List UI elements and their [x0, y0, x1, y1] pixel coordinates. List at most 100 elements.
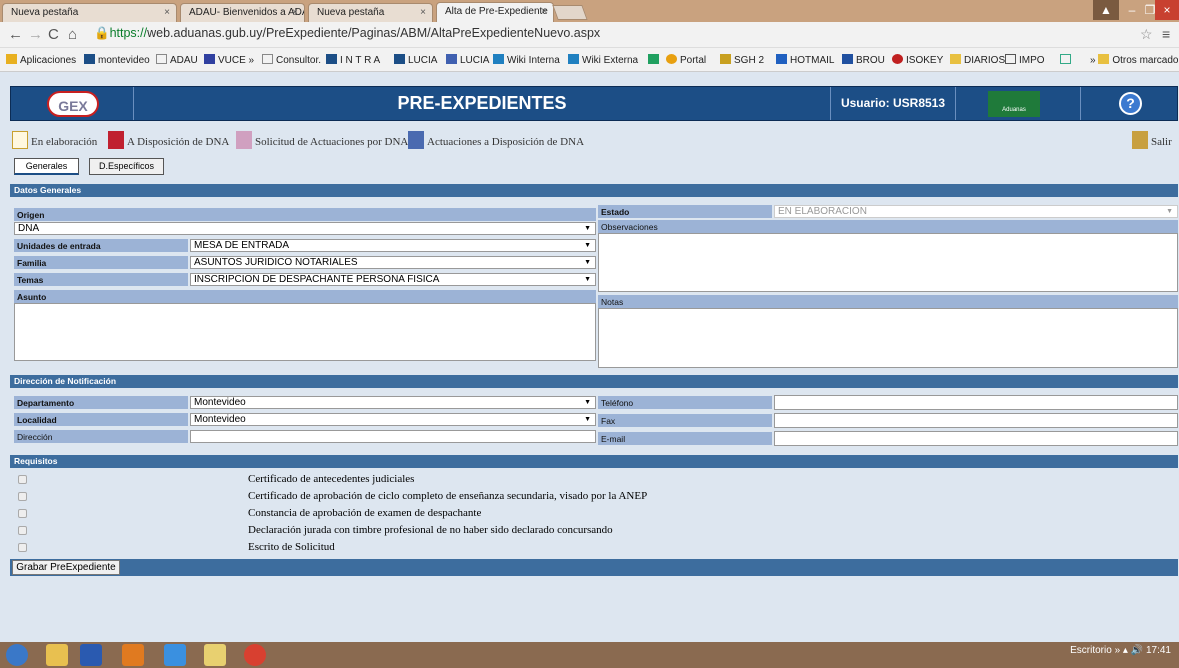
clock[interactable]: 17:41	[1146, 645, 1171, 656]
familia-select[interactable]: ASUNTOS JURIDICO NOTARIALES ▼	[190, 256, 596, 269]
help-icon[interactable]: ?	[1119, 92, 1142, 115]
tray-icons[interactable]: 🔊	[1131, 645, 1143, 656]
requisito-checkbox[interactable]	[18, 492, 27, 501]
bookmark-item[interactable]: DIARIOS	[950, 54, 1005, 66]
localidad-label: Localidad	[14, 413, 188, 426]
section-notificacion: Dirección de Notificación	[10, 375, 1178, 388]
bookmark-item[interactable]: HOTMAIL	[776, 54, 834, 66]
desktop-label[interactable]: Escritorio	[1070, 645, 1112, 656]
url-scheme: https://	[109, 26, 148, 40]
user-label: Usuario: USR8513	[831, 87, 956, 120]
word-icon[interactable]	[80, 644, 102, 666]
unidades-label: Unidades de entrada	[14, 239, 188, 252]
browser-tab-active[interactable]: Alta de Pre-Expediente ×	[436, 2, 554, 22]
other-bookmarks[interactable]: » Otros marcadores	[1090, 54, 1179, 66]
tab-label: Nueva pestaña	[11, 7, 79, 18]
start-icon[interactable]	[6, 644, 28, 666]
new-tab-button[interactable]	[552, 5, 588, 20]
bookmark-item[interactable]: Portal	[666, 54, 706, 66]
folder-icon	[1098, 54, 1110, 64]
chevron-down-icon: ▼	[584, 259, 591, 266]
requisito-checkbox[interactable]	[18, 475, 27, 484]
explorer-icon[interactable]	[46, 644, 68, 666]
bookmark-item[interactable]: Aplicaciones	[6, 54, 76, 66]
temas-select[interactable]: INSCRIPCION DE DESPACHANTE PERSONA FISIC…	[190, 273, 596, 286]
browser-tab[interactable]: Nueva pestaña ×	[2, 3, 177, 22]
bookmark-item[interactable]: Wiki Interna	[493, 54, 560, 66]
origen-label: Origen	[14, 208, 596, 221]
bookmark-item[interactable]: I N T R A	[326, 54, 380, 66]
toolbar-actuaciones[interactable]: Actuaciones a Disposición de DNA	[408, 131, 584, 149]
menu-icon[interactable]: ≡	[1162, 26, 1170, 42]
bookmark-icon	[666, 54, 677, 64]
requisito-label: Declaración jurada con timbre profesiona…	[248, 524, 613, 536]
fax-label: Fax	[598, 414, 772, 427]
back-icon[interactable]: ←	[8, 26, 23, 43]
toolbar-solicitud[interactable]: Solicitud de Actuaciones por DNA	[236, 131, 408, 149]
taskbar: Escritorio » ▴ 🔊 17:41	[0, 642, 1179, 668]
requisito-checkbox[interactable]	[18, 509, 27, 518]
folder-icon[interactable]	[204, 644, 226, 666]
telefono-label: Teléfono	[598, 396, 772, 409]
bookmark-item[interactable]: ADAU	[156, 54, 198, 66]
localidad-select[interactable]: Montevideo ▼	[190, 413, 596, 426]
bookmark-item[interactable]: ISOKEY	[892, 54, 943, 66]
toolbar-a-disposicion[interactable]: A Disposición de DNA	[108, 131, 229, 149]
reload-icon[interactable]: C	[48, 26, 59, 43]
bookmark-icon	[1060, 54, 1071, 64]
salir-button[interactable]: Salir	[1132, 131, 1172, 149]
url-path: web.aduanas.gub.uy/PreExpediente/Paginas…	[147, 26, 601, 40]
close-icon[interactable]: ×	[541, 6, 547, 17]
star-icon[interactable]: ☆	[1140, 26, 1153, 43]
tab-generales[interactable]: Generales	[14, 158, 79, 175]
bookmark-item[interactable]: LUCIA	[394, 54, 437, 66]
bookmark-item[interactable]: Consultor.	[262, 54, 321, 66]
url-field[interactable]: 🔒https://web.aduanas.gub.uy/PreExpedient…	[94, 26, 600, 41]
bookmark-item[interactable]	[1060, 54, 1074, 66]
asunto-textarea[interactable]	[14, 303, 596, 361]
departamento-select[interactable]: Montevideo ▼	[190, 396, 596, 409]
close-icon[interactable]: ×	[164, 7, 170, 18]
bookmark-item[interactable]	[648, 54, 662, 66]
apps-icon	[6, 54, 17, 64]
email-input[interactable]	[774, 431, 1178, 446]
departamento-label: Departamento	[14, 396, 188, 409]
bookmark-item[interactable]: BROU	[842, 54, 885, 66]
close-icon[interactable]: ×	[420, 7, 426, 18]
toolbar-en-elaboracion[interactable]: En elaboración	[12, 131, 97, 149]
chrome-icon[interactable]	[244, 644, 266, 666]
telefono-input[interactable]	[774, 395, 1178, 410]
bookmark-item[interactable]: VUCE »	[204, 54, 254, 66]
user-icon[interactable]: ▲	[1093, 0, 1119, 20]
direccion-input[interactable]	[190, 430, 596, 443]
requisito-checkbox[interactable]	[18, 543, 27, 552]
bookmark-icon	[204, 54, 215, 64]
tab-especificos[interactable]: D.Específicos	[89, 158, 164, 175]
observaciones-textarea[interactable]	[598, 233, 1178, 292]
document-icon	[236, 131, 252, 149]
bookmark-item[interactable]: Wiki Externa	[568, 54, 638, 66]
close-window-icon[interactable]: ×	[1155, 0, 1179, 20]
requisito-checkbox[interactable]	[18, 526, 27, 535]
estado-select: EN ELABORACION ▼	[774, 205, 1178, 218]
browser-tab[interactable]: Nueva pestaña ×	[308, 3, 433, 22]
forward-icon[interactable]: →	[28, 26, 43, 43]
grabar-button[interactable]: Grabar PreExpediente	[12, 560, 120, 575]
unidades-select[interactable]: MESA DE ENTRADA ▼	[190, 239, 596, 252]
home-icon[interactable]: ⌂	[68, 26, 77, 43]
bookmark-icon	[892, 54, 903, 64]
close-icon[interactable]: ×	[292, 7, 298, 18]
bookmark-item[interactable]: SGH 2	[720, 54, 764, 66]
ie-icon[interactable]	[164, 644, 186, 666]
bookmark-item[interactable]: montevideo	[84, 54, 150, 66]
notas-textarea[interactable]	[598, 308, 1178, 368]
outlook-icon[interactable]	[122, 644, 144, 666]
bookmark-item[interactable]: IMPO	[1005, 54, 1045, 66]
chevron-down-icon: ▼	[584, 242, 591, 249]
origen-select[interactable]: DNA ▼	[14, 222, 596, 235]
bookmark-item[interactable]: LUCIA	[446, 54, 489, 66]
gex-logo: GEX	[47, 91, 99, 117]
fax-input[interactable]	[774, 413, 1178, 428]
browser-tab[interactable]: ADAU- Bienvenidos a ADA ×	[180, 3, 305, 22]
chevron-down-icon: ▼	[584, 225, 591, 232]
